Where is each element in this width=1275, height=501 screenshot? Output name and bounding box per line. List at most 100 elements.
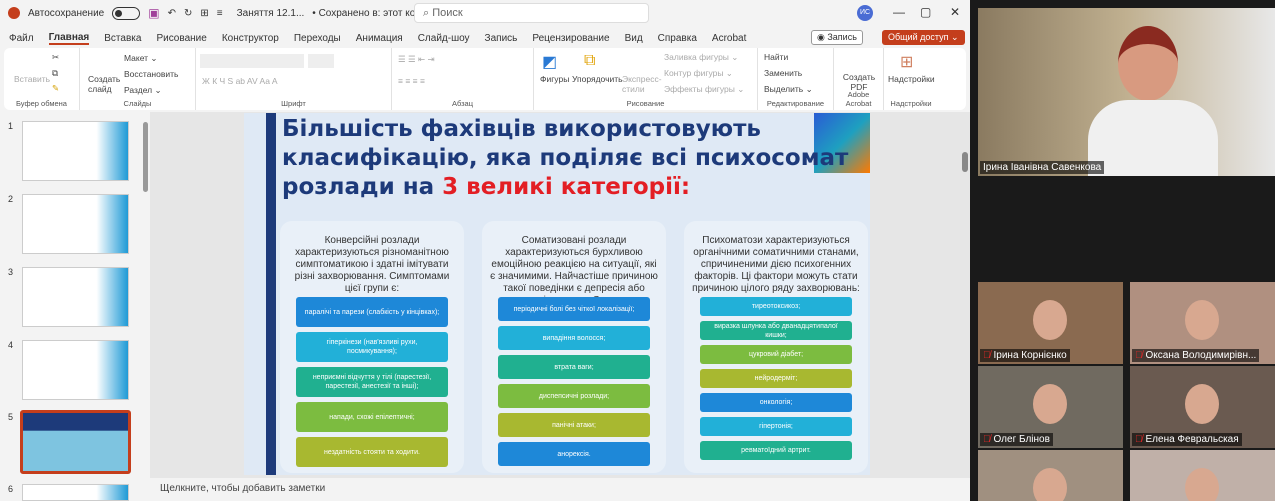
slides-group: Создать слайд Макет ⌄ Восстановить Разде… [80, 48, 196, 110]
undo-icon[interactable]: ↶ [168, 8, 176, 19]
participant-video[interactable] [1130, 450, 1275, 501]
shape-effects-button[interactable]: Эффекты фигуры ⌄ [664, 84, 744, 95]
shape-fill-button[interactable]: Заливка фигуры ⌄ [664, 52, 738, 63]
slide-thumbnail[interactable] [22, 267, 129, 327]
tab-animations[interactable]: Анимация [356, 33, 403, 44]
slide-thumbnail[interactable] [22, 340, 129, 400]
quick-styles-button[interactable]: Экспресс-стили [622, 74, 662, 94]
thumbnail-scrollbar[interactable] [143, 122, 148, 192]
font-label: Шрифт [281, 99, 306, 108]
close-icon[interactable]: ✕ [950, 5, 960, 19]
symptom-box: гіперкінези (нав'язливі рухи, посмикуван… [296, 332, 448, 362]
format-painter-icon[interactable]: ✎ [52, 83, 59, 94]
slide-thumbnail[interactable] [22, 484, 129, 501]
participant-name: Оксана Володимирівн... [1145, 350, 1257, 361]
participant-face [1185, 300, 1219, 340]
symptom-box: диспепсичні розлади; [498, 384, 650, 408]
tab-slideshow[interactable]: Слайд-шоу [418, 33, 470, 44]
participant-video[interactable]: 🎙̸ Ірина Корнієнко [978, 282, 1123, 364]
notes-pane[interactable]: Щелкните, чтобы добавить заметки [150, 478, 970, 501]
avatar[interactable]: ИС [857, 5, 873, 21]
present-icon[interactable]: ⊞ [200, 8, 208, 19]
acrobat-label: Adobe Acrobat [845, 90, 872, 108]
tab-transitions[interactable]: Переходы [294, 33, 341, 44]
tab-review[interactable]: Рецензирование [532, 33, 609, 44]
slide-number: 4 [8, 340, 14, 350]
font-name-select[interactable] [200, 54, 304, 68]
align-buttons[interactable]: ≡ ≡ ≡ ≡ [398, 76, 425, 86]
font-size-select[interactable] [308, 54, 334, 68]
slide-thumbnail[interactable] [22, 121, 129, 181]
tab-acrobat[interactable]: Acrobat [712, 33, 746, 44]
paragraph-group: ☰ ☰ ⇤ ⇥ ≡ ≡ ≡ ≡ Абзац [392, 48, 534, 110]
participant-face [1185, 468, 1219, 501]
customize-icon[interactable]: ≡ [217, 8, 223, 19]
save-icon[interactable]: ▣ [148, 6, 159, 20]
arrange-button[interactable]: Упорядочить [572, 74, 623, 84]
copy-icon[interactable]: ⧉ [52, 68, 58, 79]
replace-button[interactable]: Заменить [764, 68, 802, 78]
participant-face [1033, 300, 1067, 340]
acrobat-group: Создать PDF Adobe Acrobat [834, 48, 884, 110]
speaker-video[interactable]: Ірина Іванівна Савенкова [978, 8, 1275, 176]
restore-icon[interactable]: ▢ [920, 5, 931, 19]
slide-thumbnails: 1 2 3 4 5 6 [0, 112, 150, 501]
participant-face [1033, 384, 1067, 424]
slide-thumbnail-selected[interactable] [20, 410, 131, 474]
search-placeholder: Поиск [432, 7, 463, 19]
participant-video[interactable] [978, 450, 1123, 501]
symptom-box: напади, схожі епілептичні; [296, 402, 448, 432]
redo-icon[interactable]: ↻ [184, 8, 192, 19]
font-format-buttons[interactable]: Ж К Ч S ab AV Aa A [202, 76, 278, 86]
addins-button[interactable]: Надстройки [888, 74, 935, 84]
tab-file[interactable]: Файл [9, 33, 34, 44]
minimize-icon[interactable]: — [893, 5, 905, 19]
layout-button[interactable]: Макет ⌄ [124, 53, 158, 64]
reset-button[interactable]: Восстановить [124, 69, 178, 79]
slide-title: Більшість фахівців використовують класиф… [282, 115, 848, 202]
title-line: Більшість фахівців використовують [282, 116, 761, 142]
tab-home[interactable]: Главная [48, 32, 90, 45]
drawing-group: ◩ Фигуры ⧉ Упорядочить Экспресс-стили За… [534, 48, 758, 110]
tab-design[interactable]: Конструктор [222, 33, 279, 44]
paste-button[interactable]: Вставить [14, 74, 50, 84]
addins-icon: ⊞ [900, 54, 914, 71]
tab-record[interactable]: Запись [485, 33, 518, 44]
participant-video[interactable]: 🎙̸ Олег Блінов [978, 366, 1123, 448]
autosave-label: Автосохранение [28, 7, 105, 19]
editing-group: Найти Заменить Выделить ⌄ Редактирование [758, 48, 834, 110]
shape-outline-button[interactable]: Контур фигуры ⌄ [664, 68, 733, 79]
list-buttons[interactable]: ☰ ☰ ⇤ ⇥ [398, 54, 435, 65]
record-button[interactable]: ◉ Запись [811, 30, 863, 45]
slide-side-bar [266, 113, 276, 475]
slide-thumbnail[interactable] [22, 194, 129, 254]
addins-group: ⊞ Надстройки Надстройки [884, 48, 938, 110]
section-button[interactable]: Раздел ⌄ [124, 85, 162, 96]
autosave-toggle[interactable] [112, 6, 141, 20]
document-name: Заняття 12.1... [236, 7, 305, 19]
tab-view[interactable]: Вид [625, 33, 643, 44]
new-slide-button[interactable]: Создать слайд [88, 74, 120, 94]
create-pdf-button[interactable]: Создать PDF [842, 72, 876, 92]
participant-video[interactable]: 🎙̸ Елена Февральская [1130, 366, 1275, 448]
tab-insert[interactable]: Вставка [104, 33, 141, 44]
tab-draw[interactable]: Рисование [156, 33, 206, 44]
slide-canvas[interactable]: Більшість фахівців використовують класиф… [244, 113, 870, 475]
editor-scrollbar[interactable] [962, 152, 968, 172]
slide-number: 2 [8, 194, 14, 204]
category-column: Конверсійні розлади характеризуються різ… [280, 221, 464, 473]
cut-icon[interactable]: ✂ [52, 52, 59, 63]
slide-number: 3 [8, 267, 14, 277]
tab-help[interactable]: Справка [658, 33, 697, 44]
find-button[interactable]: Найти [764, 52, 788, 62]
font-group: Ж К Ч S ab AV Aa A Шрифт [196, 48, 392, 110]
symptom-box: гіпертонія; [700, 417, 852, 436]
share-button[interactable]: Общий доступ ⌄ [882, 30, 965, 45]
symptom-box: випадіння волосся; [498, 326, 650, 350]
participant-label: 🎙̸ Елена Февральская [1132, 433, 1242, 446]
participant-video[interactable]: 🎙̸ Оксана Володимирівн... [1130, 282, 1275, 364]
select-button[interactable]: Выделить ⌄ [764, 84, 813, 95]
shapes-button[interactable]: Фигуры [540, 74, 569, 84]
category-column: Психоматози характеризуються органічними… [684, 221, 868, 473]
search-input[interactable]: ⌕ Поиск [414, 3, 649, 23]
